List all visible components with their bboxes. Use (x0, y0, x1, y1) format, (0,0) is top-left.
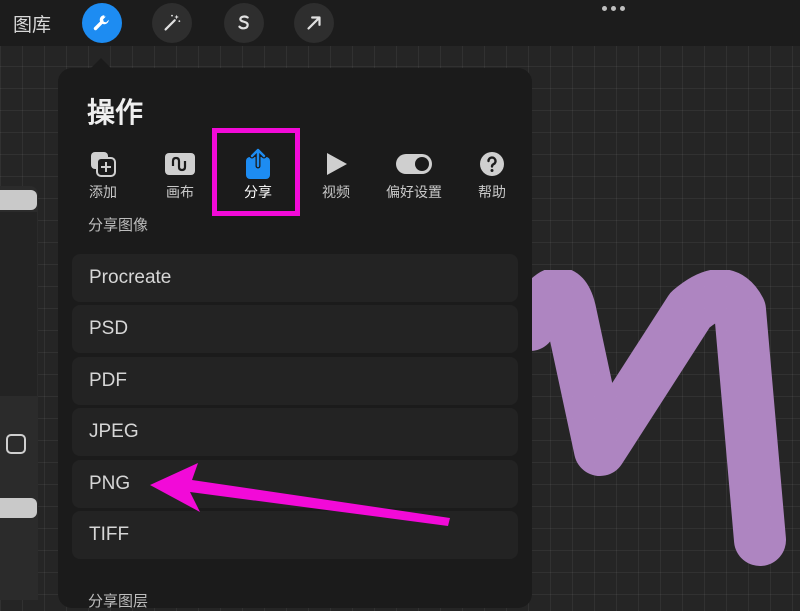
share-layers-section-title: 分享图层 (88, 592, 149, 610)
transform-arrow-icon (307, 16, 321, 30)
tab-preferences-label: 偏好设置 (386, 185, 442, 201)
brush-size-slider-track[interactable] (0, 212, 37, 396)
purple-brush-stroke (530, 270, 786, 566)
help-icon (480, 152, 504, 176)
magic-wand-icon (164, 14, 181, 31)
format-pdf[interactable]: PDF (72, 357, 518, 405)
play-icon (327, 153, 347, 175)
tab-canvas-label: 画布 (166, 185, 194, 201)
selection-tool-button[interactable] (224, 3, 264, 43)
opacity-slider-handle[interactable] (0, 498, 37, 518)
share-image-section-title: 分享图像 (88, 216, 149, 234)
modify-button-icon[interactable] (6, 434, 26, 454)
tab-canvas[interactable]: 画布 (141, 148, 219, 208)
transform-tool-button[interactable] (294, 3, 334, 43)
more-options-icon[interactable] (602, 6, 625, 11)
brush-size-slider-handle[interactable] (0, 190, 37, 210)
format-psd[interactable]: PSD (72, 305, 518, 353)
canvas-wave-icon (165, 153, 195, 175)
format-procreate[interactable]: Procreate (72, 254, 518, 302)
adjustments-tool-button[interactable] (152, 3, 192, 43)
share-tab-highlight-box (212, 128, 300, 216)
toggle-icon (396, 154, 432, 174)
panel-title: 操作 (87, 96, 144, 129)
wrench-icon (93, 15, 109, 31)
tab-help-label: 帮助 (478, 185, 506, 201)
tab-video-label: 视频 (322, 185, 350, 201)
tab-help[interactable]: 帮助 (453, 148, 531, 208)
tab-add[interactable]: 添加 (64, 148, 142, 208)
annotation-arrow-icon (150, 463, 450, 526)
actions-tool-button[interactable] (82, 3, 122, 43)
format-jpeg[interactable]: JPEG (72, 408, 518, 456)
add-layers-icon (91, 152, 116, 177)
tab-add-label: 添加 (89, 185, 117, 201)
tab-video[interactable]: 视频 (297, 148, 375, 208)
gallery-button[interactable]: 图库 (13, 10, 51, 37)
tab-preferences[interactable]: 偏好设置 (375, 148, 453, 208)
selection-s-icon (238, 15, 249, 30)
